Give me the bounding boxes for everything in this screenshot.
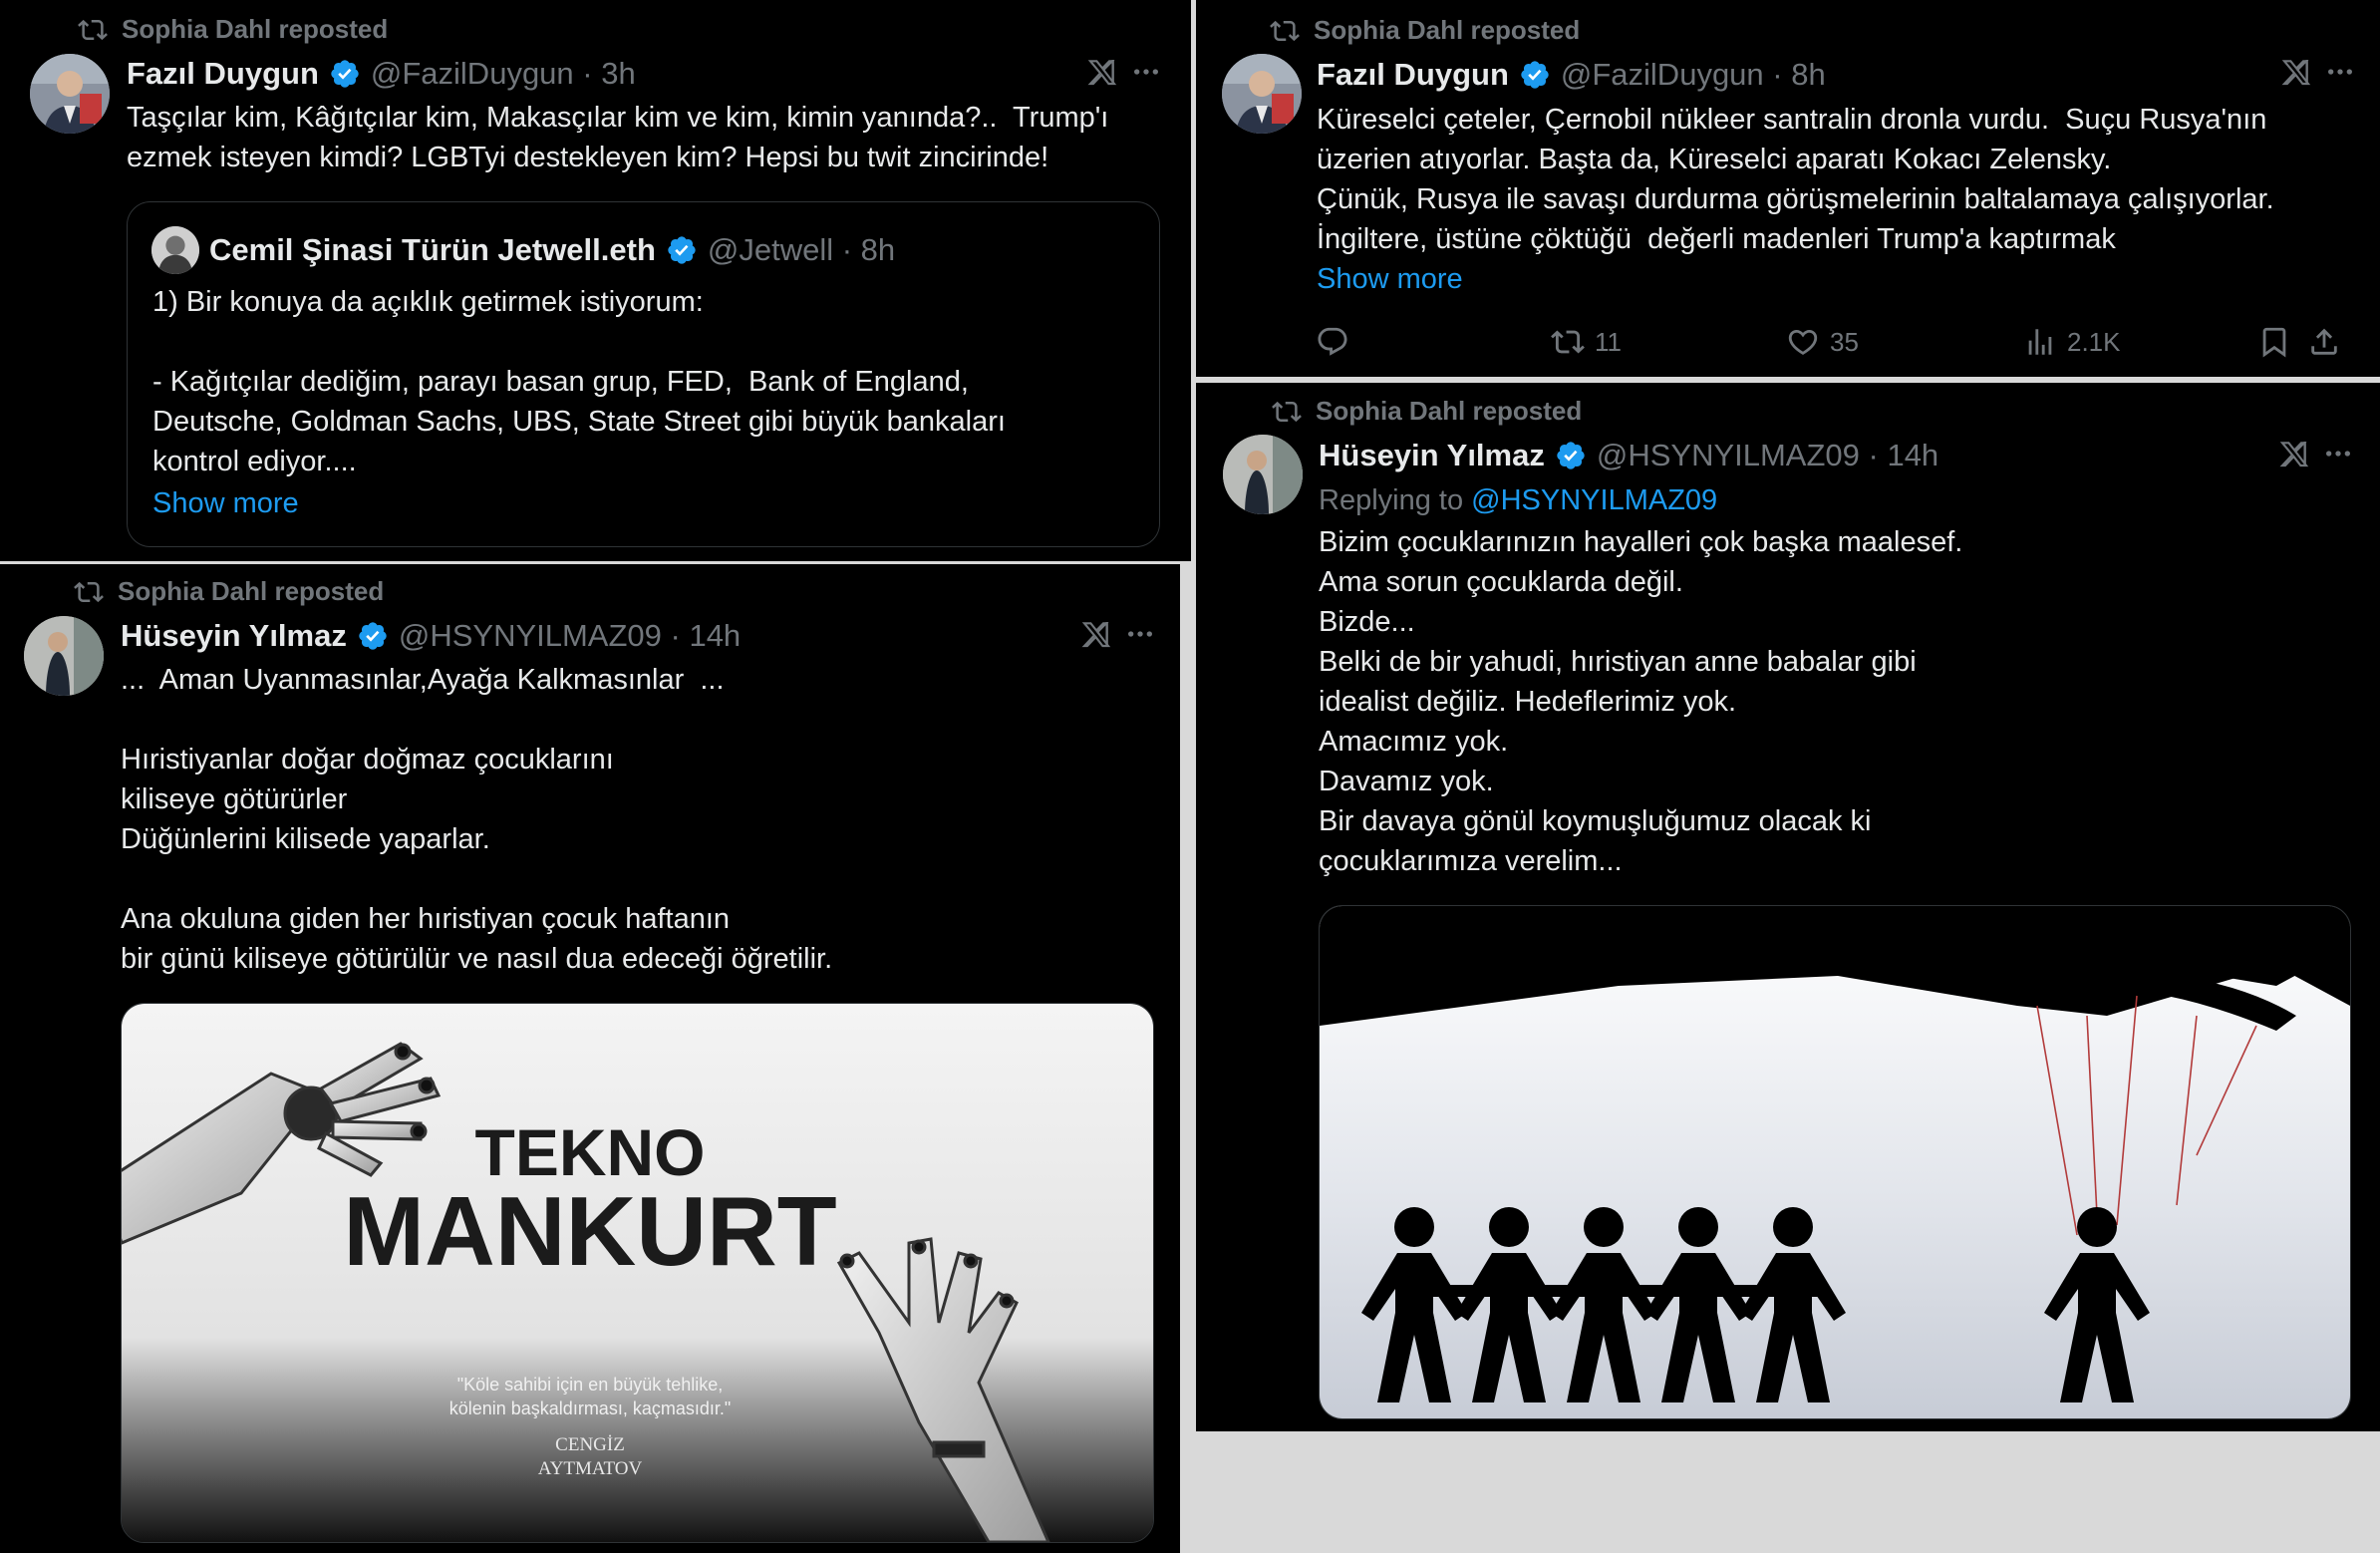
poster-quote-line2: kölenin başkaldırması, kaçmasıdır." bbox=[449, 1398, 732, 1418]
verified-badge-icon bbox=[1519, 59, 1551, 91]
tweet-tools bbox=[1080, 618, 1156, 650]
tweet-text: Bizim çocuklarınızın hayalleri çok başka… bbox=[1319, 526, 1963, 877]
tweet-tools bbox=[1086, 56, 1162, 88]
verified-badge-icon bbox=[357, 620, 389, 652]
replying-handle-link[interactable]: @HSYNYILMAZ09 bbox=[1471, 484, 1717, 516]
grok-icon[interactable] bbox=[1086, 56, 1118, 88]
author-row: Fazıl Duygun @FazilDuygun · 3h bbox=[127, 56, 636, 92]
author-handle-time[interactable]: @FazilDuygun · 3h bbox=[371, 56, 636, 92]
tweet-card-huseyin-tekno[interactable]: Sophia Dahl reposted Hüseyin Yılmaz @HSY… bbox=[0, 564, 1180, 1553]
more-icon[interactable] bbox=[1130, 56, 1162, 88]
tweet-tools bbox=[2278, 438, 2354, 469]
quoted-avatar[interactable] bbox=[151, 226, 199, 274]
bookmark-icon bbox=[2257, 325, 2291, 359]
retweet-icon bbox=[1551, 325, 1585, 359]
action-bar: 11 35 2.1K bbox=[1316, 321, 2372, 361]
grok-icon[interactable] bbox=[1080, 618, 1112, 650]
quoted-author-row: Cemil Şinasi Türün Jetwell.eth @Jetwell … bbox=[209, 232, 895, 268]
tweet-image[interactable]: TEKNO MANKURT "Köle sahibi için en büyük… bbox=[121, 1003, 1154, 1543]
views-count: 2.1K bbox=[2067, 326, 2121, 357]
tweet-image[interactable] bbox=[1319, 905, 2351, 1419]
more-icon[interactable] bbox=[1124, 618, 1156, 650]
author-row: Hüseyin Yılmaz @HSYNYILMAZ09 · 14h bbox=[1319, 438, 1938, 473]
author-name[interactable]: Hüseyin Yılmaz bbox=[121, 618, 347, 654]
quoted-text: 1) Bir konuya da açıklık getirmek istiyo… bbox=[152, 286, 1006, 477]
repost-icon bbox=[78, 15, 108, 45]
like-icon bbox=[1786, 325, 1820, 359]
like-count: 35 bbox=[1830, 326, 1859, 357]
more-icon[interactable] bbox=[2324, 56, 2356, 88]
author-row: Fazıl Duygun @FazilDuygun · 8h bbox=[1317, 57, 1826, 93]
repost-header: Sophia Dahl reposted bbox=[74, 576, 384, 607]
replying-prefix: Replying to bbox=[1319, 484, 1464, 516]
verified-badge-icon bbox=[1555, 440, 1587, 471]
repost-icon bbox=[74, 577, 104, 607]
tekno-mankurt-poster: TEKNO MANKURT "Köle sahibi için en büyük… bbox=[122, 1004, 1153, 1542]
like-button[interactable]: 35 bbox=[1786, 325, 1859, 359]
poster-author-line1: CENGİZ bbox=[555, 1434, 625, 1455]
share-icon bbox=[2307, 325, 2341, 359]
repost-header: Sophia Dahl reposted bbox=[1270, 15, 1580, 46]
retweet-count: 11 bbox=[1595, 326, 1622, 357]
avatar[interactable] bbox=[30, 54, 110, 134]
verified-badge-icon bbox=[666, 234, 698, 266]
tweet-card-huseyin-reply[interactable]: Sophia Dahl reposted Hüseyin Yılmaz @HSY… bbox=[1196, 383, 2380, 1431]
grok-icon[interactable] bbox=[2278, 438, 2310, 469]
repost-label: Sophia Dahl reposted bbox=[1314, 15, 1581, 45]
repost-header: Sophia Dahl reposted bbox=[1272, 396, 1582, 427]
puppet-strings-image bbox=[1320, 906, 2350, 1418]
author-name[interactable]: Fazıl Duygun bbox=[1317, 57, 1509, 93]
poster-quote-line1: "Köle sahibi için en büyük tehlike, bbox=[457, 1375, 724, 1395]
views-icon bbox=[2023, 325, 2057, 359]
repost-header: Sophia Dahl reposted bbox=[78, 14, 388, 45]
reply-icon bbox=[1316, 325, 1349, 359]
author-name[interactable]: Fazıl Duygun bbox=[127, 56, 319, 92]
author-row: Hüseyin Yılmaz @HSYNYILMAZ09 · 14h bbox=[121, 618, 741, 654]
author-handle-time[interactable]: @HSYNYILMAZ09 · 14h bbox=[1597, 438, 1938, 473]
author-handle-time[interactable]: @HSYNYILMAZ09 · 14h bbox=[399, 618, 741, 654]
tweet-text: Taşçılar kim, Kâğıtçılar kim, Makasçılar… bbox=[127, 102, 1109, 173]
reply-button[interactable] bbox=[1316, 325, 1349, 359]
views-button[interactable]: 2.1K bbox=[2023, 325, 2121, 359]
author-handle-time[interactable]: @FazilDuygun · 8h bbox=[1561, 57, 1826, 93]
avatar[interactable] bbox=[1222, 54, 1302, 134]
retweet-button[interactable]: 11 bbox=[1551, 325, 1622, 359]
quoted-handle-time: @Jetwell · 8h bbox=[707, 232, 896, 267]
show-more-link[interactable]: Show more bbox=[1317, 259, 1463, 299]
tweet-tools bbox=[2280, 56, 2356, 88]
author-name[interactable]: Hüseyin Yılmaz bbox=[1319, 438, 1545, 473]
tweet-text: ... Aman Uyanmasınlar,Ayağa Kalkmasınlar… bbox=[121, 664, 833, 975]
grok-icon[interactable] bbox=[2280, 56, 2312, 88]
tweet-card-fazil-8h[interactable]: Sophia Dahl reposted Fazıl Duygun @Fazil… bbox=[1196, 0, 2380, 377]
bookmark-button[interactable] bbox=[2257, 325, 2291, 359]
more-icon[interactable] bbox=[2322, 438, 2354, 469]
repost-label: Sophia Dahl reposted bbox=[118, 576, 385, 606]
share-button[interactable] bbox=[2307, 325, 2341, 359]
quoted-author-name: Cemil Şinasi Türün Jetwell.eth bbox=[209, 232, 656, 267]
avatar[interactable] bbox=[24, 616, 104, 696]
poster-title-main: MANKURT bbox=[343, 1176, 836, 1286]
poster-author-line2: AYTMATOV bbox=[538, 1458, 643, 1479]
verified-badge-icon bbox=[329, 58, 361, 90]
replying-to: Replying to @HSYNYILMAZ09 bbox=[1319, 480, 1717, 520]
repost-icon bbox=[1270, 16, 1300, 46]
tweet-text: Küreselci çeteler, Çernobil nükleer sant… bbox=[1317, 104, 2274, 255]
quoted-tweet[interactable]: Cemil Şinasi Türün Jetwell.eth @Jetwell … bbox=[127, 201, 1160, 547]
tweet-card-fazil-3h[interactable]: Sophia Dahl reposted Fazıl Duygun @Fazil… bbox=[0, 0, 1191, 561]
show-more-link[interactable]: Show more bbox=[152, 483, 299, 523]
repost-label: Sophia Dahl reposted bbox=[122, 14, 389, 44]
repost-icon bbox=[1272, 397, 1302, 427]
avatar[interactable] bbox=[1223, 435, 1303, 514]
repost-label: Sophia Dahl reposted bbox=[1316, 396, 1583, 426]
